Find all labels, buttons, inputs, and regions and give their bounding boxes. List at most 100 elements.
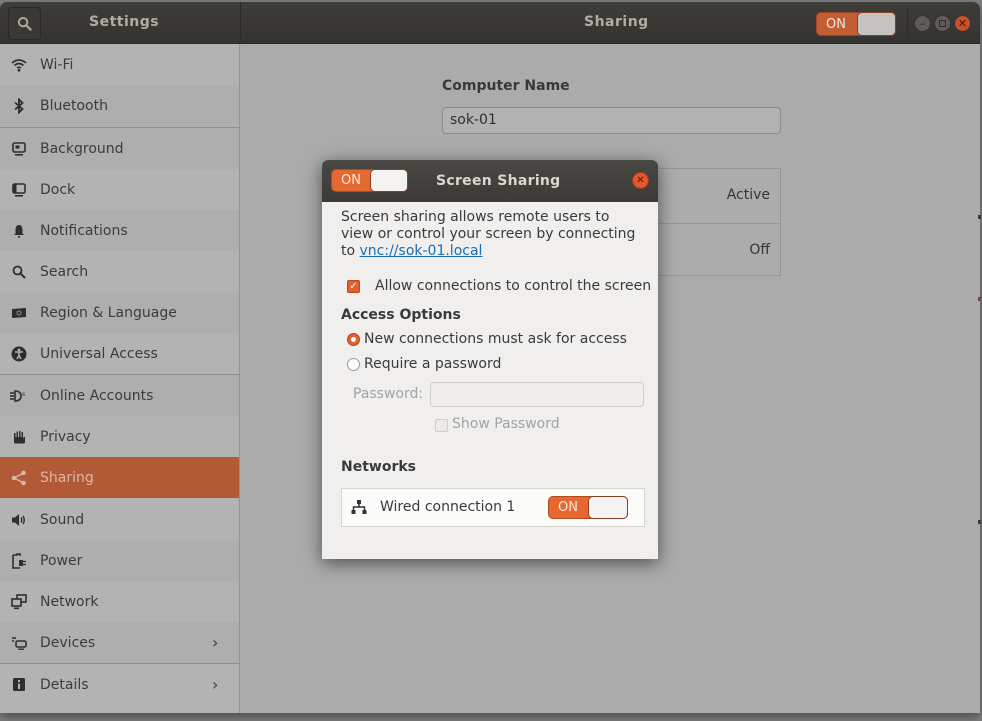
sidebar-item-devices[interactable]: Devices ›	[0, 622, 239, 663]
sidebar-item-network[interactable]: Network	[0, 581, 239, 622]
network-toggle[interactable]: ON	[548, 496, 628, 519]
access-options-heading: Access Options	[341, 307, 461, 323]
sidebar-item-label: Region & Language	[40, 304, 177, 321]
background-icon	[10, 140, 28, 158]
sidebar-item-label: Network	[40, 593, 99, 610]
header-separator	[907, 8, 908, 38]
dialog-title: Screen Sharing	[436, 173, 561, 189]
wifi-icon	[10, 56, 28, 74]
password-input[interactable]	[430, 382, 644, 407]
sidebar-item-sound[interactable]: Sound	[0, 499, 239, 540]
radio-ask-for-access-label[interactable]: New connections must ask for access	[364, 331, 627, 347]
sidebar-item-online-accounts[interactable]: s Online Accounts	[0, 375, 239, 416]
allow-control-checkbox[interactable]: ✓	[347, 280, 360, 293]
bluetooth-icon	[10, 97, 28, 115]
radio-ask-for-access[interactable]	[347, 333, 360, 346]
dialog-close-button[interactable]: ✕	[632, 172, 649, 189]
sidebar-item-bluetooth[interactable]: Bluetooth	[0, 85, 239, 126]
sidebar-item-details[interactable]: Details ›	[0, 664, 239, 705]
hand-icon	[10, 428, 28, 446]
sidebar-item-label: Background	[40, 140, 124, 157]
sidebar-item-privacy[interactable]: Privacy	[0, 416, 239, 457]
sidebar-item-label: Notifications	[40, 222, 128, 239]
vnc-link[interactable]: vnc://sok-01.local	[360, 243, 483, 259]
sidebar-item-label: Power	[40, 552, 83, 569]
sidebar-item-universal-access[interactable]: Universal Access	[0, 333, 239, 374]
close-icon: ✕	[957, 17, 968, 30]
toggle-on-label: ON	[558, 500, 578, 515]
sidebar-item-label: Sound	[40, 511, 85, 528]
show-password-checkbox[interactable]	[435, 419, 448, 432]
toggle-on-label: ON	[826, 16, 846, 32]
header-bar: Settings Sharing ON – ✕	[0, 2, 980, 44]
networks-heading: Networks	[341, 459, 417, 475]
share-icon	[10, 469, 28, 487]
minimize-icon: –	[919, 17, 926, 30]
password-label: Password:	[353, 386, 424, 402]
accessibility-icon	[10, 345, 28, 363]
sidebar-item-region-language[interactable]: Region & Language	[0, 292, 239, 333]
sidebar-item-wifi[interactable]: Wi-Fi	[0, 44, 239, 85]
wired-network-icon	[351, 500, 367, 519]
search-button[interactable]	[8, 7, 41, 40]
screen-sharing-dialog: ON Screen Sharing ✕ Screen sharing allow…	[322, 160, 658, 559]
svg-text:s: s	[22, 391, 25, 398]
sidebar-item-label: Details	[40, 676, 89, 693]
sidebar-item-sharing[interactable]: Sharing	[0, 457, 239, 498]
radio-require-password[interactable]	[347, 358, 360, 371]
maximize-icon	[939, 20, 946, 27]
online-accounts-icon: s	[10, 387, 28, 405]
bell-icon	[10, 222, 28, 240]
service-status: Active	[726, 187, 770, 203]
search-icon	[10, 263, 28, 281]
toggle-on-label: ON	[341, 173, 361, 188]
sidebar-item-label: Search	[40, 263, 89, 280]
sidebar-title: Settings	[89, 14, 160, 30]
sidebar-item-label: Privacy	[40, 428, 91, 445]
sidebar-item-label: Sharing	[40, 469, 94, 486]
sidebar-item-power[interactable]: Power	[0, 540, 239, 581]
dialog-description: Screen sharing allows remote users to vi…	[341, 209, 646, 260]
toggle-knob[interactable]	[857, 12, 896, 36]
close-button[interactable]: ✕	[954, 15, 971, 32]
networks-list: Wired connection 1 ON	[341, 488, 645, 527]
dock-icon	[10, 181, 28, 199]
computer-name-input[interactable]: sok-01	[442, 107, 781, 134]
close-icon: ✕	[636, 175, 645, 186]
sidebar-item-dock[interactable]: Dock	[0, 169, 239, 210]
info-icon	[10, 676, 28, 694]
sidebar-item-label: Wi-Fi	[40, 56, 74, 73]
search-icon	[17, 16, 32, 31]
screen-sharing-toggle[interactable]: ON	[331, 169, 408, 192]
sidebar-item-label: Dock	[40, 181, 76, 198]
sidebar-item-notifications[interactable]: Notifications	[0, 210, 239, 251]
minimize-button[interactable]: –	[914, 15, 931, 32]
sidebar-item-search[interactable]: Search	[0, 251, 239, 292]
panel-title: Sharing	[584, 14, 649, 30]
header-divider	[240, 2, 241, 44]
devices-icon	[10, 634, 28, 652]
allow-control-label[interactable]: Allow connections to control the screen	[375, 278, 651, 294]
sharing-master-toggle[interactable]: ON	[816, 12, 896, 36]
region-flag-icon	[10, 304, 28, 322]
background-window-edge	[978, 215, 981, 219]
settings-window: Settings Sharing ON – ✕ Wi-Fi Bluetooth …	[0, 2, 980, 713]
radio-require-password-label[interactable]: Require a password	[364, 356, 501, 372]
sidebar-item-background[interactable]: Background	[0, 128, 239, 169]
service-status: Off	[749, 242, 770, 258]
sidebar-item-label: Bluetooth	[40, 97, 108, 114]
computer-name-label: Computer Name	[442, 78, 570, 94]
dialog-header: ON Screen Sharing ✕	[322, 160, 658, 202]
sidebar-item-label: Online Accounts	[40, 387, 154, 404]
show-password-label: Show Password	[452, 416, 560, 432]
sidebar: Wi-Fi Bluetooth Background Dock Notifica…	[0, 44, 240, 713]
background-window-edge	[978, 297, 981, 301]
toggle-knob[interactable]	[370, 169, 408, 192]
network-label: Wired connection 1	[380, 499, 516, 515]
power-plug-icon	[10, 552, 28, 570]
toggle-knob[interactable]	[588, 496, 628, 519]
sidebar-item-label: Universal Access	[40, 345, 158, 362]
sidebar-item-label: Devices	[40, 634, 96, 651]
maximize-button[interactable]	[934, 15, 951, 32]
background-window-edge	[978, 520, 981, 524]
